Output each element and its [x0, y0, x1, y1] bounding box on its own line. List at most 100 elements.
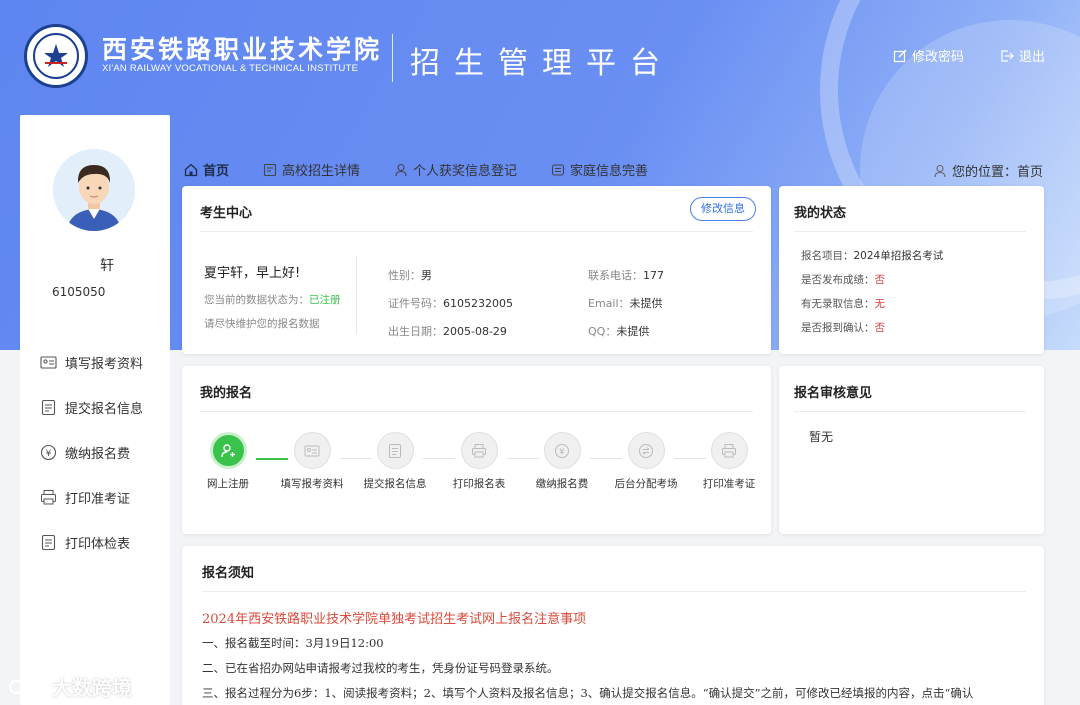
greeting: 夏宇轩，早上好! [204, 266, 301, 281]
change-password-link[interactable]: 修改密码 [893, 46, 964, 65]
home-icon [184, 163, 198, 176]
sidebar-item-label: 缴纳报名费 [65, 447, 131, 462]
edit-info-button[interactable]: 修改信息 [690, 197, 756, 221]
avatar [53, 149, 135, 231]
field-label: 性别： [388, 269, 421, 282]
card-title: 我的状态 [794, 206, 847, 221]
field-label: 是否发布成绩： [801, 274, 875, 286]
notice-line: 三、报名过程分为6步：1、阅读报考资料；2、填写个人资料及报名信息；3、确认提交… [202, 686, 974, 700]
birth-date-field: 出生日期：2005-08-29 [388, 323, 507, 339]
card-title: 我的报名 [200, 386, 253, 401]
review-opinion-card: 报名审核意见 暂无 [779, 366, 1044, 534]
tab-family-info[interactable]: 家庭信息完善 [551, 160, 648, 179]
field-value: 否 [874, 274, 886, 286]
status-report: 是否报到确认：否 [801, 320, 885, 335]
step-label: 提交报名信息 [363, 478, 427, 490]
printer-icon [460, 432, 498, 469]
header-divider [392, 34, 393, 82]
id-number-field: 证件号码：6105232005 [388, 295, 513, 311]
status-badge: 已注册 [309, 294, 341, 306]
sidebar-item-print-admission[interactable]: 打印准考证 [40, 475, 170, 520]
step-label: 后台分配考场 [614, 478, 678, 490]
printer-icon [710, 432, 748, 469]
email-field: Email：未提供 [588, 295, 663, 311]
field-value: 未提供 [629, 297, 663, 310]
id-card-icon [40, 356, 57, 369]
sidebar-item-label: 打印体检表 [65, 537, 131, 552]
printer-icon [41, 490, 56, 505]
sidebar: 轩 6105050 填写报考资料 提交报名信息 ¥ 缴纳报名费 打印准考证 打印… [20, 115, 170, 705]
status-label: 您当前的数据状态为： [204, 294, 309, 306]
change-password-label: 修改密码 [912, 50, 965, 65]
step-fill-info[interactable]: 填写报考资料 [277, 432, 347, 491]
step-print-form[interactable]: 打印报名表 [444, 432, 514, 491]
sidebar-item-print-medical[interactable]: 打印体检表 [40, 520, 170, 565]
family-icon [551, 163, 565, 176]
field-label: 是否报到确认： [801, 322, 875, 334]
step-label: 网上注册 [207, 478, 249, 490]
logout-label: 退出 [1019, 50, 1046, 65]
step-label: 打印准考证 [702, 478, 756, 490]
edit-icon [893, 49, 907, 62]
field-value: 未提供 [616, 325, 650, 338]
sidebar-item-submit-info[interactable]: 提交报名信息 [40, 385, 170, 430]
step-label: 填写报考资料 [280, 478, 344, 490]
gender-field: 性别：男 [388, 267, 432, 283]
breadcrumb-text: 您的位置：首页 [951, 165, 1043, 180]
divider [794, 411, 1026, 412]
sidebar-item-label: 打印准考证 [65, 492, 131, 507]
platform-title: 招生管理平台 [410, 46, 674, 81]
sidebar-item-fill-info[interactable]: 填写报考资料 [40, 340, 170, 385]
document-icon [376, 432, 414, 469]
notice-card: 报名须知 2024年西安铁路职业技术学院单独考试招生考试网上报名注意事项 一、报… [182, 546, 1044, 705]
reminder-text: 请尽快维护您的报名数据 [204, 318, 320, 330]
registration-steps: 网上注册 填写报考资料 提交报名信息 打印报名表 ¥ 缴纳报名费 后台分配考场 … [200, 432, 760, 512]
tab-admission-details[interactable]: 高校招生详情 [263, 160, 360, 179]
sidebar-item-pay-fee[interactable]: ¥ 缴纳报名费 [40, 430, 170, 475]
logout-link[interactable]: 退出 [1000, 46, 1045, 65]
field-value: 6105232005 [443, 297, 513, 310]
tab-home[interactable]: 首页 [184, 160, 229, 179]
document-icon [41, 399, 56, 416]
user-icon [395, 163, 407, 176]
step-pay-fee[interactable]: ¥ 缴纳报名费 [527, 432, 597, 491]
step-assign-room[interactable]: 后台分配考场 [611, 432, 681, 491]
field-label: 出生日期： [388, 325, 443, 338]
tab-label: 个人获奖信息登记 [413, 164, 518, 179]
document-icon [41, 534, 56, 551]
watermark: 大数跨境 [8, 672, 132, 701]
user-add-icon [209, 432, 247, 469]
divider [200, 411, 753, 412]
qq-field: QQ：未提供 [588, 323, 649, 339]
my-status-card: 我的状态 报名项目：2024单招报名考试 是否发布成绩：否 有无录取信息：无 是… [779, 186, 1044, 354]
sidebar-item-label: 填写报考资料 [65, 357, 144, 372]
id-card-icon [293, 432, 331, 469]
top-tabs: 首页 高校招生详情 个人获奖信息登记 家庭信息完善 [184, 160, 682, 179]
card-title: 报名审核意见 [794, 386, 873, 401]
field-value: 男 [421, 269, 432, 282]
status-project: 报名项目：2024单招报名考试 [801, 248, 943, 263]
yen-icon: ¥ [543, 432, 581, 469]
phone-field: 联系电话：177 [588, 267, 664, 283]
card-title: 报名须知 [202, 566, 255, 581]
field-label: 联系电话： [588, 269, 643, 282]
watermark-text: 大数跨境 [52, 676, 132, 700]
tab-label: 首页 [203, 164, 230, 179]
step-submit-info[interactable]: 提交报名信息 [360, 432, 430, 491]
tab-label: 家庭信息完善 [570, 164, 649, 179]
tab-awards[interactable]: 个人获奖信息登记 [394, 160, 517, 179]
svg-text:¥: ¥ [46, 449, 52, 459]
tab-label: 高校招生详情 [282, 164, 361, 179]
step-print-admission[interactable]: 打印准考证 [694, 432, 764, 491]
school-name-en: XI'AN RAILWAY VOCATIONAL & TECHNICAL INS… [102, 63, 359, 74]
status-admission: 有无录取信息：无 [801, 296, 885, 311]
notice-headline: 2024年西安铁路职业技术学院单独考试招生考试网上报名注意事项 [202, 612, 587, 627]
step-register[interactable]: 网上注册 [193, 432, 263, 491]
field-value: 2024单招报名考试 [853, 250, 944, 262]
breadcrumb: 您的位置：首页 [933, 161, 1043, 180]
school-logo [24, 24, 88, 88]
status-score: 是否发布成绩：否 [801, 272, 885, 287]
school-name-cn: 西安铁路职业技术学院 [102, 35, 383, 64]
data-status: 您当前的数据状态为：已注册 [204, 292, 341, 307]
divider [794, 231, 1026, 232]
